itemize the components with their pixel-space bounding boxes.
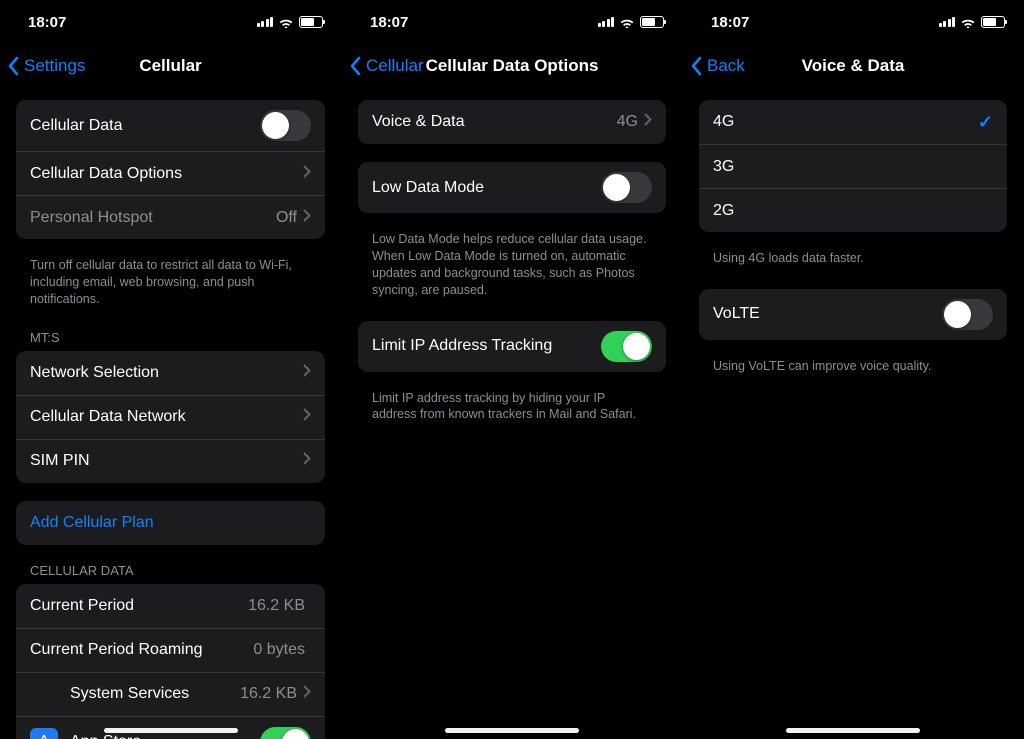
status-right-icons xyxy=(598,16,665,28)
home-indicator[interactable] xyxy=(445,728,579,733)
footer-limit-ip: Limit IP address tracking by hiding your… xyxy=(372,390,652,424)
chevron-right-icon xyxy=(303,685,311,703)
row-option-3g[interactable]: 3G xyxy=(699,144,1007,188)
row-option-2g[interactable]: 2G xyxy=(699,188,1007,232)
wifi-icon xyxy=(278,16,294,28)
row-sim-pin[interactable]: SIM PIN xyxy=(16,439,325,483)
row-voice-and-data[interactable]: Voice & Data 4G xyxy=(358,100,666,144)
nav-bar: Back Voice & Data xyxy=(683,44,1023,88)
cellular-signal-icon xyxy=(257,17,274,27)
group-cellular-main: Cellular Data Cellular Data Options Pers… xyxy=(16,100,325,239)
footer-cellular-data: Turn off cellular data to restrict all d… xyxy=(30,257,311,308)
chevron-left-icon xyxy=(350,56,362,76)
app-store-icon: A xyxy=(30,728,58,739)
wifi-icon xyxy=(960,16,976,28)
toggle-limit-ip-tracking[interactable] xyxy=(601,331,652,362)
battery-icon xyxy=(981,16,1005,28)
content: Cellular Data Cellular Data Options Pers… xyxy=(0,88,341,739)
group-cellular-usage: Current Period 16.2 KB Current Period Ro… xyxy=(16,584,325,739)
back-button[interactable]: Cellular xyxy=(350,56,424,76)
chevron-right-icon xyxy=(303,165,311,183)
row-personal-hotspot[interactable]: Personal Hotspot Off xyxy=(16,195,325,239)
hotspot-value: Off xyxy=(276,209,297,227)
back-label: Cellular xyxy=(366,56,424,76)
status-right-icons xyxy=(257,16,324,28)
row-limit-ip-tracking[interactable]: Limit IP Address Tracking xyxy=(358,321,666,372)
toggle-cellular-data[interactable] xyxy=(260,110,311,141)
group-carrier: Network Selection Cellular Data Network … xyxy=(16,351,325,483)
group-voice-data: Voice & Data 4G xyxy=(358,100,666,144)
battery-icon xyxy=(640,16,664,28)
status-time: 18:07 xyxy=(28,14,66,31)
toggle-low-data-mode[interactable] xyxy=(601,172,652,203)
row-cellular-data-network[interactable]: Cellular Data Network xyxy=(16,395,325,439)
cellular-signal-icon xyxy=(598,17,615,27)
back-button[interactable]: Settings xyxy=(8,56,85,76)
back-label: Back xyxy=(707,56,745,76)
status-bar: 18:07 xyxy=(683,0,1023,44)
chevron-right-icon xyxy=(303,452,311,470)
back-button[interactable]: Back xyxy=(691,56,745,76)
content: Voice & Data 4G Low Data Mode Low Data M… xyxy=(342,88,682,423)
back-label: Settings xyxy=(24,56,85,76)
status-time: 18:07 xyxy=(370,14,408,31)
toggle-volte[interactable] xyxy=(942,299,993,330)
nav-bar: Cellular Cellular Data Options xyxy=(342,44,682,88)
status-bar: 18:07 xyxy=(342,0,682,44)
screen-cellular-data-options: 18:07 Cellular Cellular Data Options Voi… xyxy=(341,0,682,739)
row-cellular-data[interactable]: Cellular Data xyxy=(16,100,325,151)
group-network-mode: 4G ✓ 3G 2G xyxy=(699,100,1007,232)
screen-cellular: 18:07 Settings Cellular Cellular Data Ce… xyxy=(0,0,341,739)
row-cellular-data-options[interactable]: Cellular Data Options xyxy=(16,151,325,195)
row-network-selection[interactable]: Network Selection xyxy=(16,351,325,395)
footer-low-data: Low Data Mode helps reduce cellular data… xyxy=(372,231,652,299)
header-carrier: MT:S xyxy=(30,330,311,345)
chevron-right-icon xyxy=(303,209,311,227)
group-add-plan: Add Cellular Plan xyxy=(16,501,325,545)
checkmark-icon: ✓ xyxy=(978,112,993,133)
row-volte[interactable]: VoLTE xyxy=(699,289,1007,340)
chevron-left-icon xyxy=(691,56,703,76)
status-bar: 18:07 xyxy=(0,0,341,44)
home-indicator[interactable] xyxy=(104,728,238,733)
group-volte: VoLTE xyxy=(699,289,1007,340)
chevron-left-icon xyxy=(8,56,20,76)
battery-icon xyxy=(299,16,323,28)
row-option-4g[interactable]: 4G ✓ xyxy=(699,100,1007,144)
nav-bar: Settings Cellular xyxy=(0,44,341,88)
status-right-icons xyxy=(939,16,1006,28)
row-low-data-mode[interactable]: Low Data Mode xyxy=(358,162,666,213)
home-indicator[interactable] xyxy=(786,728,920,733)
content: 4G ✓ 3G 2G Using 4G loads data faster. V… xyxy=(683,88,1023,375)
footer-speed: Using 4G loads data faster. xyxy=(713,250,993,267)
group-limit-ip: Limit IP Address Tracking xyxy=(358,321,666,372)
screen-voice-and-data: 18:07 Back Voice & Data 4G ✓ 3G 2G Using xyxy=(682,0,1023,739)
row-add-cellular-plan[interactable]: Add Cellular Plan xyxy=(16,501,325,545)
cellular-signal-icon xyxy=(939,17,956,27)
row-current-period-roaming: Current Period Roaming 0 bytes xyxy=(16,628,325,672)
toggle-app-store[interactable] xyxy=(260,727,311,739)
chevron-right-icon xyxy=(644,113,652,131)
wifi-icon xyxy=(619,16,635,28)
header-cellular-data-usage: CELLULAR DATA xyxy=(30,563,311,578)
row-current-period: Current Period 16.2 KB xyxy=(16,584,325,628)
footer-volte: Using VoLTE can improve voice quality. xyxy=(713,358,993,375)
status-time: 18:07 xyxy=(711,14,749,31)
chevron-right-icon xyxy=(303,408,311,426)
row-system-services[interactable]: System Services 16.2 KB xyxy=(16,672,325,716)
chevron-right-icon xyxy=(303,364,311,382)
group-low-data: Low Data Mode xyxy=(358,162,666,213)
